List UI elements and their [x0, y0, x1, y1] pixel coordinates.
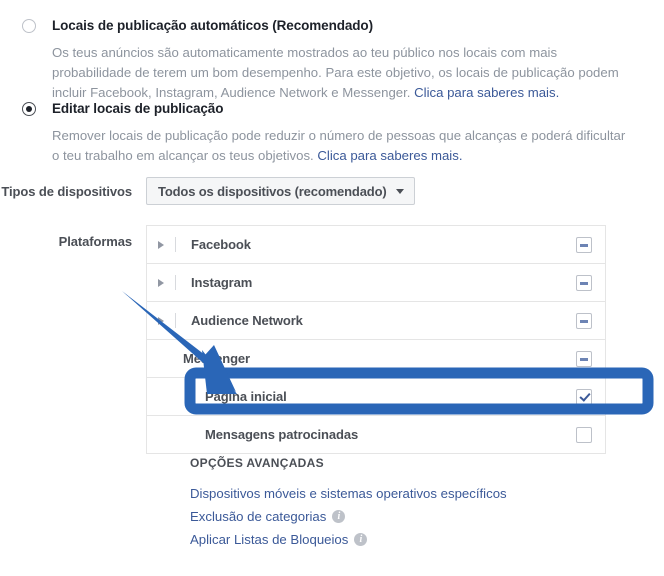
device-types-selected-value: Todos os dispositivos (recomendado) [158, 183, 387, 199]
device-types-label: Tipos de dispositivos [1, 183, 132, 199]
advanced-link-label: Aplicar Listas de Bloqueios [190, 532, 349, 547]
checkbox-mensagens-patrocinadas[interactable] [576, 426, 592, 443]
disclosure-triangle-facebook[interactable] [147, 240, 175, 249]
info-icon[interactable]: i [332, 510, 346, 523]
remove-minus-icon-facebook[interactable] [576, 236, 592, 253]
learn-more-link-edit[interactable]: Clica para saberes mais. [317, 148, 462, 163]
placement-label-pagina-inicial: Página inicial [205, 389, 287, 404]
option-automatic-placements-header[interactable]: Locais de publicação automáticos (Recome… [0, 18, 664, 34]
advanced-options-title: OPÇÕES AVANÇADAS [190, 456, 324, 470]
platforms-list: Facebook Instagram Audience Network Mess… [146, 225, 606, 454]
radio-automatic-placements[interactable] [22, 19, 36, 33]
disclosure-triangle-audience-network[interactable] [147, 316, 175, 325]
info-icon[interactable]: i [354, 533, 368, 546]
option-automatic-placements[interactable]: Locais de publicação automáticos (Recome… [0, 18, 664, 103]
device-types-select[interactable]: Todos os dispositivos (recomendado) [146, 177, 415, 205]
row-divider [175, 313, 176, 328]
placement-row-mensagens-patrocinadas[interactable]: Mensagens patrocinadas [147, 416, 605, 454]
platforms-row: Plataformas Facebook Instagram Audience [0, 225, 664, 454]
option-automatic-placements-title: Locais de publicação automáticos (Recome… [52, 18, 373, 33]
remove-minus-icon-instagram[interactable] [576, 274, 592, 291]
option-edit-placements-header[interactable]: Editar locais de publicação [0, 101, 664, 117]
platform-row-facebook[interactable]: Facebook [147, 226, 605, 264]
remove-minus-icon-messenger[interactable] [576, 350, 592, 367]
learn-more-link-automatic[interactable]: Clica para saberes mais. [414, 85, 559, 100]
placement-label-mensagens-patrocinadas: Mensagens patrocinadas [205, 427, 359, 442]
advanced-link-block-lists[interactable]: Aplicar Listas de Bloqueios i [190, 528, 610, 551]
row-divider [175, 275, 176, 290]
checkbox-pagina-inicial[interactable] [576, 388, 592, 405]
platform-row-messenger[interactable]: Messenger [147, 340, 605, 378]
chevron-down-icon [395, 188, 404, 194]
platform-row-instagram[interactable]: Instagram [147, 264, 605, 302]
platform-label-audience-network: Audience Network [191, 313, 303, 328]
option-edit-placements-title: Editar locais de publicação [52, 101, 224, 116]
option-edit-placements-description: Remover locais de publicação pode reduzi… [52, 126, 634, 166]
advanced-link-specific-mobile-devices[interactable]: Dispositivos móveis e sistemas operativo… [190, 482, 610, 505]
remove-minus-icon-audience-network[interactable] [576, 312, 592, 329]
platform-label-facebook: Facebook [191, 237, 251, 252]
platform-label-messenger: Messenger [183, 351, 251, 366]
platforms-label: Plataformas [58, 234, 132, 249]
radio-edit-placements[interactable] [22, 102, 36, 116]
platform-label-instagram: Instagram [191, 275, 253, 290]
advanced-link-label: Exclusão de categorias [190, 509, 327, 524]
placements-settings-panel: Locais de publicação automáticos (Recome… [0, 0, 664, 576]
disclosure-triangle-instagram[interactable] [147, 278, 175, 287]
placement-row-pagina-inicial[interactable]: Página inicial [147, 378, 605, 416]
platform-row-audience-network[interactable]: Audience Network [147, 302, 605, 340]
advanced-link-category-exclusion[interactable]: Exclusão de categorias i [190, 505, 610, 528]
option-automatic-placements-description: Os teus anúncios são automaticamente mos… [52, 43, 634, 103]
advanced-link-label: Dispositivos móveis e sistemas operativo… [190, 486, 507, 501]
device-types-row: Tipos de dispositivos Todos os dispositi… [0, 177, 664, 205]
option-edit-placements[interactable]: Editar locais de publicação Remover loca… [0, 101, 664, 166]
advanced-options-section: OPÇÕES AVANÇADAS Dispositivos móveis e s… [190, 456, 610, 551]
row-divider [175, 237, 176, 252]
